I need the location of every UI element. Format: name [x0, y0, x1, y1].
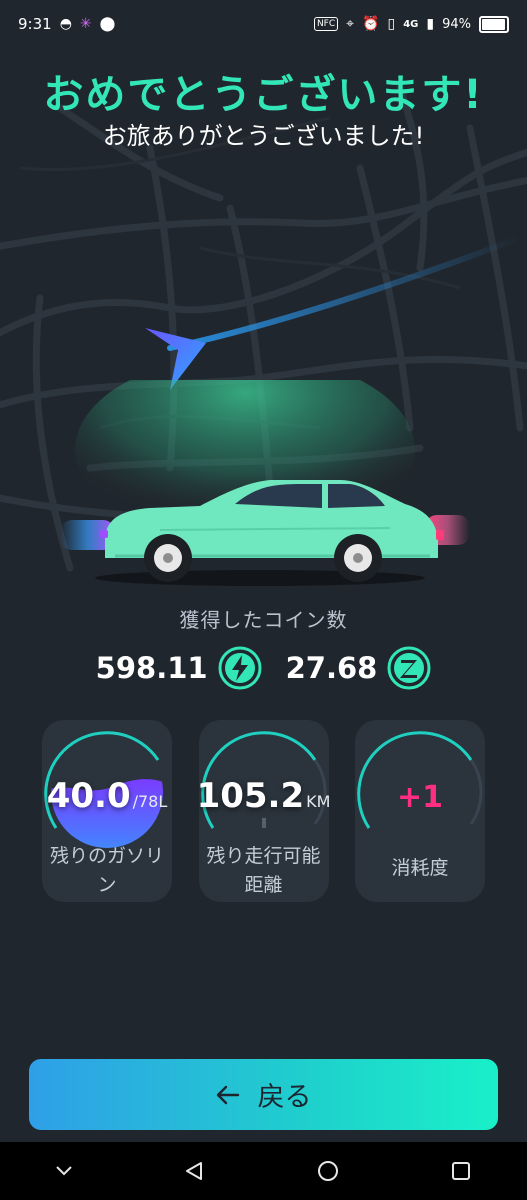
z-coin-icon	[387, 646, 431, 690]
stat-card-range: 105.2 KM 残り走行可能距離	[198, 720, 329, 902]
status-time: 9:31	[18, 15, 52, 33]
back-triangle-icon[interactable]	[183, 1160, 205, 1182]
status-bar: 9:31 ◓ ✳ ⬤ NFC ⌖ ⏰ ▯ 4G ▮ 94%	[0, 0, 527, 48]
page-title: おめでとうございます!	[43, 72, 484, 118]
fuel-label: 残りのガソリン	[49, 845, 164, 896]
coin-item-lightning: 598.11	[96, 646, 262, 690]
stat-card-fuel: 40.0 /78L 残りのガソリン	[42, 720, 172, 902]
back-button[interactable]: 戻る	[29, 1059, 498, 1130]
battery-percent: 94%	[442, 16, 471, 32]
coin-value-lightning: 598.11	[95, 651, 208, 685]
signal-icon: ▮	[426, 16, 435, 32]
fuel-value-wrap: 40.0 /78L	[42, 776, 172, 816]
fuel-unit: /78L	[132, 792, 168, 811]
system-nav-bar	[0, 1142, 527, 1200]
nfc-icon: NFC	[313, 17, 339, 31]
coins-label: 獲得したコイン数	[179, 608, 348, 632]
coin-item-z: 27.68	[286, 646, 432, 690]
stat-card-wear: +1 消耗度	[355, 720, 485, 902]
recents-square-icon[interactable]	[450, 1160, 472, 1182]
chevron-down-icon[interactable]	[55, 1165, 73, 1177]
wear-label: 消耗度	[391, 857, 449, 879]
location-pin-icon: ⬤	[99, 16, 116, 32]
vr-icon: ◓	[59, 16, 72, 32]
coin-value-z: 27.68	[285, 651, 378, 685]
network-type: 4G	[403, 18, 419, 30]
lightning-coin-icon	[218, 646, 262, 690]
alarm-icon: ⏰	[362, 16, 380, 32]
sparkle-icon: ✳	[79, 16, 92, 32]
wear-value: +1	[396, 780, 443, 815]
range-unit: KM	[306, 792, 329, 811]
home-circle-icon[interactable]	[316, 1159, 340, 1183]
page-subtitle: お旅ありがとうございました!	[102, 122, 425, 150]
battery-icon	[479, 15, 509, 33]
fuel-value: 40.0	[46, 776, 131, 816]
range-value-wrap: 105.2 KM	[199, 776, 329, 816]
stats-row: 40.0 /78L 残りのガソリン 105.2 KM 残り走行可能距離 +1 消…	[42, 720, 485, 902]
range-label: 残り走行可能距離	[206, 845, 321, 896]
coin-row: 598.11 27.68	[0, 646, 527, 690]
vibrate-icon: ▯	[387, 16, 396, 32]
car-illustration	[60, 380, 470, 586]
range-value: 105.2	[198, 776, 305, 816]
location-icon: ⌖	[346, 16, 355, 32]
arrow-left-icon	[216, 1085, 239, 1104]
back-button-label: 戻る	[257, 1082, 312, 1113]
